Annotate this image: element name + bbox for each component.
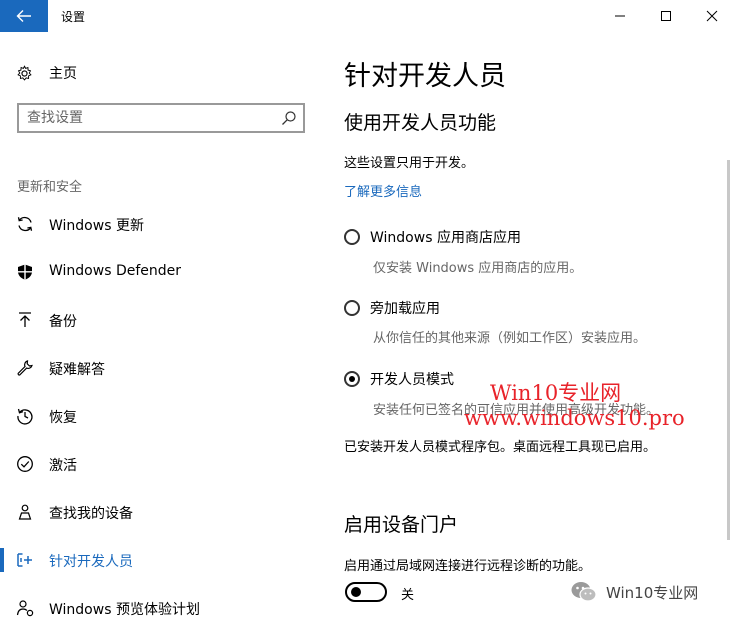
backup-arrow-icon xyxy=(16,311,34,329)
sidebar-item-label: 查找我的设备 xyxy=(49,506,133,522)
toggle-knob xyxy=(351,587,361,597)
scrollbar[interactable] xyxy=(727,160,730,540)
sidebar-item-label: 疑难解答 xyxy=(49,362,105,378)
title-bar: 设置 xyxy=(0,0,735,32)
close-icon xyxy=(706,10,718,22)
radio-button[interactable] xyxy=(344,300,360,316)
radio-description: 仅安装 Windows 应用商店的应用。 xyxy=(373,261,583,276)
minimize-button[interactable] xyxy=(597,0,643,32)
learn-more-link[interactable]: 了解更多信息 xyxy=(344,181,422,200)
active-indicator xyxy=(0,548,4,572)
radio-label: 旁加载应用 xyxy=(370,301,440,317)
device-portal-toggle[interactable] xyxy=(345,582,387,602)
sidebar-item-label: 备份 xyxy=(49,314,77,330)
search-box[interactable] xyxy=(17,103,305,133)
radio-label: Windows 应用商店应用 xyxy=(370,230,521,246)
watermark-text: Win10专业网 xyxy=(490,381,622,405)
sidebar-item-label: 针对开发人员 xyxy=(49,554,133,570)
sidebar-item-backup[interactable]: 备份 xyxy=(0,300,330,340)
section-header-update-security: 更新和安全 xyxy=(17,180,83,195)
sidebar-item-troubleshoot[interactable]: 疑难解答 xyxy=(0,348,330,388)
watermark-url: www.windows10.pro xyxy=(464,406,685,430)
toggle-state-label: 关 xyxy=(401,588,415,603)
home-nav-item[interactable]: 主页 xyxy=(16,62,77,84)
search-icon xyxy=(282,111,296,125)
maximize-icon xyxy=(661,11,671,21)
wechat-icon xyxy=(571,582,597,602)
gear-icon xyxy=(17,64,32,81)
sidebar-item-for-developers[interactable]: 针对开发人员 xyxy=(0,540,330,580)
sidebar-item-windows-insider[interactable]: Windows 预览体验计划 xyxy=(0,588,330,628)
developer-tools-icon xyxy=(16,551,34,569)
insider-person-icon xyxy=(16,599,34,617)
sidebar-item-label: Windows 预览体验计划 xyxy=(49,602,200,618)
close-button[interactable] xyxy=(689,0,735,32)
minimize-icon xyxy=(615,15,625,17)
window-title: 设置 xyxy=(61,10,86,24)
radio-button-checked[interactable] xyxy=(344,371,360,387)
radio-sideload-apps[interactable]: 旁加载应用 xyxy=(344,298,440,318)
sidebar-item-windows-update[interactable]: Windows 更新 xyxy=(0,204,330,244)
sidebar-item-windows-defender[interactable]: Windows Defender xyxy=(0,252,330,292)
arrow-left-icon xyxy=(16,10,31,22)
search-input[interactable] xyxy=(27,109,272,127)
radio-developer-mode[interactable]: 开发人员模式 xyxy=(344,369,454,389)
developer-mode-status-text: 已安装开发人员模式程序包。桌面远程工具现已启用。 xyxy=(344,440,657,455)
wrench-icon xyxy=(16,359,34,377)
shield-icon xyxy=(16,263,34,281)
sidebar-item-label: Windows 更新 xyxy=(49,218,144,234)
check-circle-icon xyxy=(16,455,34,473)
section-title-device-portal: 启用设备门户 xyxy=(344,514,459,536)
radio-label: 开发人员模式 xyxy=(370,372,454,388)
history-icon xyxy=(16,407,34,425)
device-portal-description: 启用通过局域网连接进行远程诊断的功能。 xyxy=(344,559,592,574)
sidebar-item-find-my-device[interactable]: 查找我的设备 xyxy=(0,492,330,532)
section-intro-text: 这些设置只用于开发。 xyxy=(344,156,475,171)
sidebar-item-label: 激活 xyxy=(49,458,77,474)
sidebar-item-recovery[interactable]: 恢复 xyxy=(0,396,330,436)
radio-button[interactable] xyxy=(344,229,360,245)
sidebar-item-label: Windows Defender xyxy=(49,263,182,279)
refresh-icon xyxy=(16,215,34,233)
wechat-watermark: Win10专业网 xyxy=(570,580,698,604)
section-title-use-developer-features: 使用开发人员功能 xyxy=(344,112,497,134)
sidebar-item-activation[interactable]: 激活 xyxy=(0,444,330,484)
back-button[interactable] xyxy=(0,0,48,32)
wechat-account-label: Win10专业网 xyxy=(606,583,699,602)
person-pin-icon xyxy=(16,503,34,521)
maximize-button[interactable] xyxy=(643,0,689,32)
radio-store-apps[interactable]: Windows 应用商店应用 xyxy=(344,227,521,247)
home-label: 主页 xyxy=(49,66,77,82)
radio-description: 从你信任的其他来源（例如工作区）安装应用。 xyxy=(373,331,647,346)
page-title: 针对开发人员 xyxy=(344,61,506,92)
sidebar-item-label: 恢复 xyxy=(49,410,77,426)
